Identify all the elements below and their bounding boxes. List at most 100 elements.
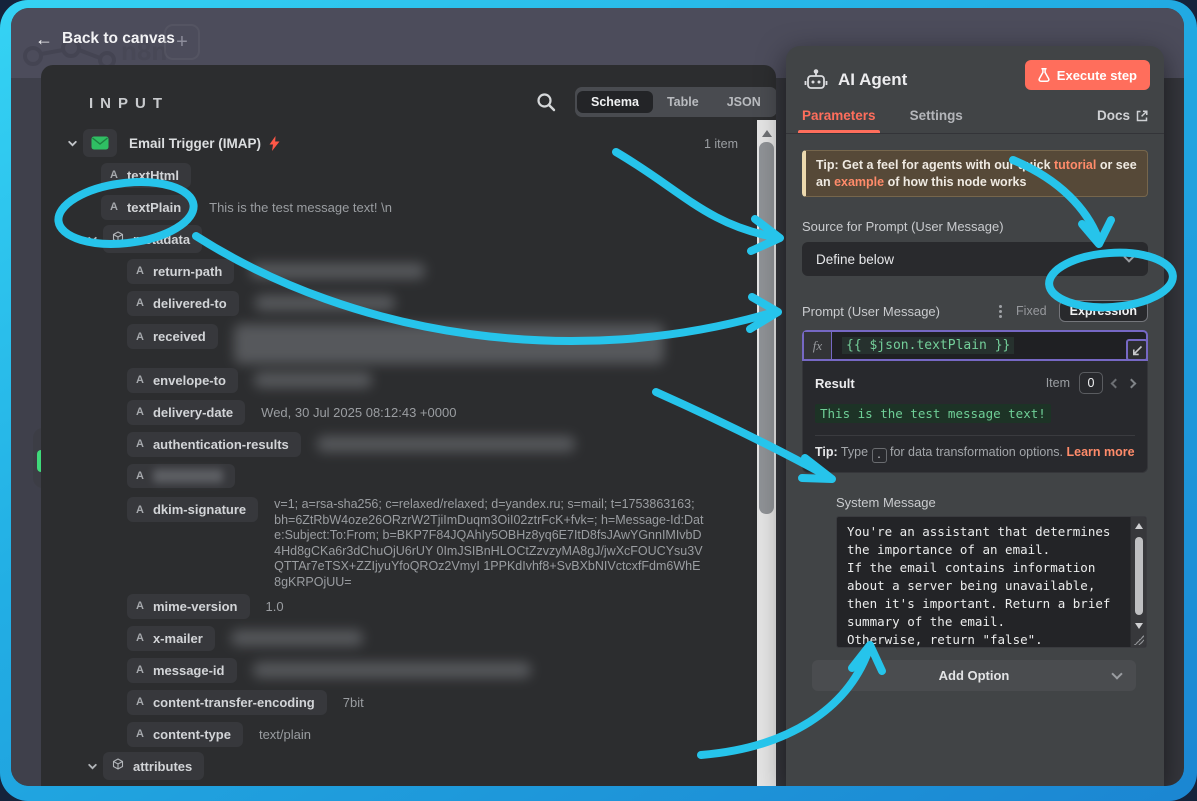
schema-root-row[interactable]: Email Trigger (IMAP) 1 item (41, 127, 762, 159)
example-link[interactable]: example (834, 175, 884, 189)
schema-row-textHtml[interactable]: AtextHtml (41, 159, 762, 191)
tab-settings[interactable]: Settings (910, 98, 963, 133)
email-trigger-icon (83, 129, 117, 157)
schema-row-metadata[interactable]: metadata (41, 223, 762, 255)
schema-row-authentication-results[interactable]: Aauthentication-results (41, 428, 762, 460)
add-option-button[interactable]: Add Option (812, 660, 1136, 691)
field-key-chip[interactable]: Acontent-type (127, 722, 243, 747)
field-key-chip[interactable]: AtextPlain (101, 195, 193, 220)
tab-schema[interactable]: Schema (577, 91, 653, 113)
toggle-expression[interactable]: Expression (1059, 300, 1148, 322)
field-key-chip[interactable]: Areceived (127, 324, 218, 349)
plus-icon: + (176, 31, 188, 54)
scrollbar-thumb[interactable] (759, 142, 774, 514)
schema-row-attributes[interactable]: attributes (41, 750, 762, 782)
prompt-row: Prompt (User Message) Fixed Expression (802, 300, 1148, 322)
source-for-prompt-select[interactable]: Define below (802, 242, 1148, 276)
field-key-chip[interactable]: AtextHtml (101, 163, 191, 188)
tab-json[interactable]: JSON (713, 91, 775, 113)
search-icon[interactable] (535, 91, 561, 117)
tip-text: Tip: Get a feel for agents with our quic… (816, 158, 1054, 172)
field-key: attributes (133, 759, 192, 774)
system-message-text: You're an assistant that determines the … (837, 519, 1126, 645)
textarea-scrollbar-thumb[interactable] (1135, 537, 1143, 615)
redacted-value (234, 324, 664, 364)
scroll-down-icon[interactable] (1131, 618, 1146, 633)
schema-row-x-mailer[interactable]: Ax-mailer (41, 622, 762, 654)
execute-step-button[interactable]: Execute step (1025, 60, 1150, 90)
prev-item-icon[interactable] (1111, 378, 1121, 388)
schema-row-content-type[interactable]: Acontent-typetext/plain (41, 718, 762, 750)
tab-parameters[interactable]: Parameters (802, 98, 876, 133)
fx-icon: fx (804, 332, 832, 359)
schema-row-textPlain[interactable]: AtextPlainThis is the test message text!… (41, 191, 762, 223)
chevron-down-icon[interactable] (63, 138, 81, 149)
schema-row-received[interactable]: Areceived (41, 319, 762, 364)
docs-link[interactable]: Docs (1097, 98, 1148, 133)
schema-tree: Email Trigger (IMAP) 1 item AtextHtml Ate… (41, 127, 762, 782)
chevron-down-icon[interactable] (83, 234, 101, 245)
schema-row-dkim-signature[interactable]: Adkim-signaturev=1; a=rsa-sha256; c=rela… (41, 492, 762, 590)
item-index-box[interactable]: 0 (1079, 372, 1103, 394)
field-key-chip[interactable]: Adelivery-date (127, 400, 245, 425)
schema-row-return-path[interactable]: Areturn-path (41, 255, 762, 287)
field-key-chip[interactable]: Amime-version (127, 594, 250, 619)
result-label: Result (815, 376, 855, 391)
back-to-canvas-button[interactable]: ← Back to canvas (35, 30, 175, 48)
input-panel-title: INPUT (89, 95, 169, 112)
agent-body: Tip: Get a feel for agents with our quic… (786, 134, 1164, 691)
expression-value: {{ $json.textPlain }} (842, 337, 1014, 354)
add-node-button[interactable]: + (164, 24, 200, 60)
string-type-icon: A (136, 406, 144, 418)
field-key-chip[interactable]: Ax-mailer (127, 626, 215, 651)
schema-row-delivery-date[interactable]: Adelivery-dateWed, 30 Jul 2025 08:12:43 … (41, 396, 762, 428)
field-key: message-id (153, 663, 225, 678)
scrollbar-up-arrow-icon[interactable] (757, 123, 776, 137)
textarea-scrollbar[interactable] (1130, 517, 1146, 647)
tip-text: Type (838, 445, 872, 459)
field-key-chip[interactable]: Aenvelope-to (127, 368, 238, 393)
tutorial-link[interactable]: tutorial (1054, 158, 1096, 172)
schema-row-redacted[interactable]: A (41, 460, 762, 492)
string-type-icon: A (136, 664, 144, 676)
field-key: received (153, 329, 206, 344)
tip-banner: Tip: Get a feel for agents with our quic… (802, 150, 1148, 197)
field-key-chip[interactable]: Areturn-path (127, 259, 234, 284)
field-key-chip[interactable]: A (127, 464, 235, 488)
resize-handle[interactable] (1133, 634, 1145, 646)
tab-table[interactable]: Table (653, 91, 713, 113)
schema-row-envelope-to[interactable]: Aenvelope-to (41, 364, 762, 396)
schema-row-delivered-to[interactable]: Adelivered-to (41, 287, 762, 319)
string-type-icon: A (136, 265, 144, 277)
field-value: 7bit (343, 695, 364, 710)
field-key-chip[interactable]: Aauthentication-results (127, 432, 301, 457)
toggle-fixed[interactable]: Fixed (1016, 304, 1047, 318)
field-key-chip[interactable]: attributes (103, 752, 204, 780)
field-key: mime-version (153, 599, 238, 614)
source-select-value: Define below (816, 252, 894, 267)
next-item-icon[interactable] (1127, 378, 1137, 388)
redacted-key (153, 469, 223, 483)
chevron-down-icon[interactable] (83, 761, 101, 772)
kebab-menu-icon[interactable] (999, 310, 1002, 313)
schema-row-mime-version[interactable]: Amime-version 1.0 (41, 590, 762, 622)
prompt-expression-input[interactable]: fx {{ $json.textPlain }} (802, 330, 1148, 361)
system-message-textarea[interactable]: You're an assistant that determines the … (836, 516, 1147, 648)
scroll-up-icon[interactable] (1131, 518, 1146, 533)
learn-more-link[interactable]: Learn more (1066, 445, 1134, 459)
field-value: 1.0 (266, 599, 284, 614)
schema-row-content-transfer-encoding[interactable]: Acontent-transfer-encoding 7bit (41, 686, 762, 718)
field-key: authentication-results (153, 437, 289, 452)
field-key-chip[interactable]: Acontent-transfer-encoding (127, 690, 327, 715)
item-label: Item (1046, 376, 1070, 390)
data-transform-tip: Tip: Type . for data transformation opti… (815, 435, 1135, 463)
expand-expression-icon[interactable] (1126, 339, 1148, 361)
input-scrollbar[interactable] (757, 120, 776, 786)
field-key-chip[interactable]: Adelivered-to (127, 291, 239, 316)
field-key-chip[interactable]: metadata (103, 225, 202, 253)
schema-row-message-id[interactable]: Amessage-id (41, 654, 762, 686)
field-key-chip[interactable]: Amessage-id (127, 658, 237, 683)
field-key: textPlain (127, 200, 181, 215)
field-key-chip[interactable]: Adkim-signature (127, 497, 258, 522)
field-key: delivered-to (153, 296, 227, 311)
